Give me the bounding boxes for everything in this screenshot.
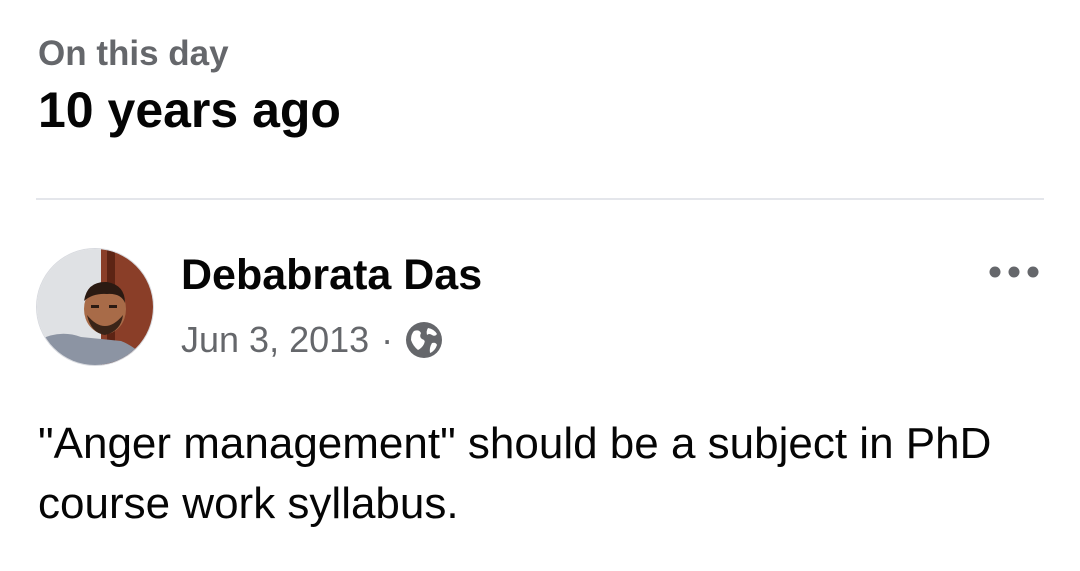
more-options-button[interactable] (984, 254, 1044, 290)
globe-icon[interactable] (405, 321, 443, 359)
post-meta: Jun 3, 2013 · (181, 321, 443, 359)
author-name[interactable]: Debabrata Das (181, 254, 482, 297)
avatar[interactable] (36, 248, 154, 366)
divider (36, 198, 1044, 200)
post-text: "Anger management" should be a subject i… (38, 419, 992, 528)
meta-separator: · (381, 319, 394, 360)
memory-header: On this day 10 years ago (38, 36, 341, 135)
memory-kicker: On this day (38, 34, 229, 73)
post-date[interactable]: Jun 3, 2013 (181, 322, 369, 358)
memory-headline: 10 years ago (38, 82, 341, 138)
more-horizontal-icon (989, 266, 1039, 278)
